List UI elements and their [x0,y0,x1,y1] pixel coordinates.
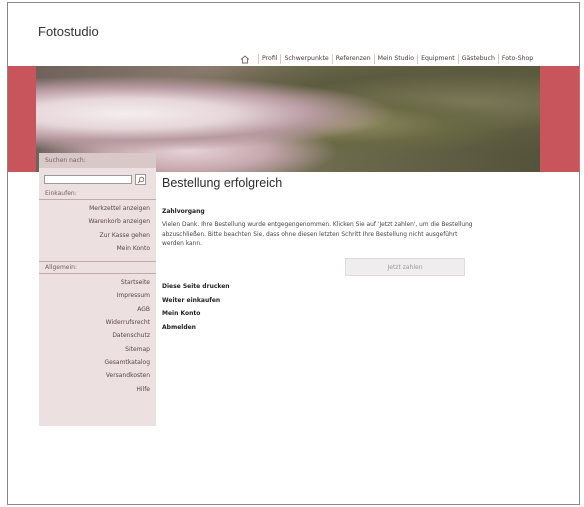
sidebar-item-gesamtkatalog[interactable]: Gesamtkatalog [39,356,156,369]
sidebar-item-sitemap[interactable]: Sitemap [39,343,156,356]
sidebar-item-kasse[interactable]: Zur Kasse gehen [39,229,156,242]
my-account-link[interactable]: Mein Konto [162,307,230,321]
page-title: Bestellung erfolgreich [162,176,283,190]
sidebar-item-versandkosten[interactable]: Versandkosten [39,369,156,382]
action-links: Diese Seite drucken Weiter einkaufen Mei… [162,280,230,334]
allgemein-links: Startseite Impressum AGB Widerrufsrecht … [39,274,156,396]
sidebar-item-widerrufsrecht[interactable]: Widerrufsrecht [39,316,156,329]
logout-link[interactable]: Abmelden [162,321,230,335]
sidebar-item-impressum[interactable]: Impressum [39,289,156,302]
sidebar-item-agb[interactable]: AGB [39,303,156,316]
nav-item-profil[interactable]: Profil [258,54,280,64]
nav-item-foto-shop[interactable]: Foto-Shop [497,54,536,64]
sidebar-item-merkzettel[interactable]: Merkzettel anzeigen [39,202,156,215]
sidebar-item-warenkorb[interactable]: Warenkorb anzeigen [39,215,156,228]
sidebar-item-mein-konto[interactable]: Mein Konto [39,242,156,255]
top-navigation: Profil Schwerpunkte Referenzen Mein Stud… [238,52,536,66]
nav-item-schwerpunkte[interactable]: Schwerpunkte [280,54,331,64]
sidebar-item-startseite[interactable]: Startseite [39,276,156,289]
main-content: Bestellung erfolgreich Zahlvorgang Viele… [162,176,482,331]
allgemein-title: Allgemein: [39,261,156,275]
sidebar-item-hilfe[interactable]: Hilfe [39,383,156,396]
search-input[interactable] [44,175,132,184]
search-row [39,168,156,187]
section-title: Zahlvorgang [162,208,205,215]
nav-item-mein-studio[interactable]: Mein Studio [373,54,417,64]
nav-item-referenzen[interactable]: Referenzen [331,54,374,64]
home-icon[interactable] [238,53,252,65]
search-label: Suchen nach: [39,153,156,168]
order-message: Vielen Dank. Ihre Bestellung wurde entge… [162,222,473,247]
einkaufen-title: Einkaufen: [39,187,156,200]
sidebar-item-datenschutz[interactable]: Datenschutz [39,329,156,342]
search-icon[interactable] [135,174,146,185]
pay-now-button[interactable]: Jetzt zahlen [345,258,465,276]
print-page-link[interactable]: Diese Seite drucken [162,280,230,294]
einkaufen-links: Merkzettel anzeigen Warenkorb anzeigen Z… [39,200,156,255]
continue-shopping-link[interactable]: Weiter einkaufen [162,294,230,308]
nav-item-equipment[interactable]: Equipment [417,54,458,64]
site-title[interactable]: Fotostudio [38,24,99,39]
nav-item-gaestebuch[interactable]: Gästebuch [457,54,498,64]
sidebar: Suchen nach: Einkaufen: Merkzettel anzei… [39,153,156,426]
